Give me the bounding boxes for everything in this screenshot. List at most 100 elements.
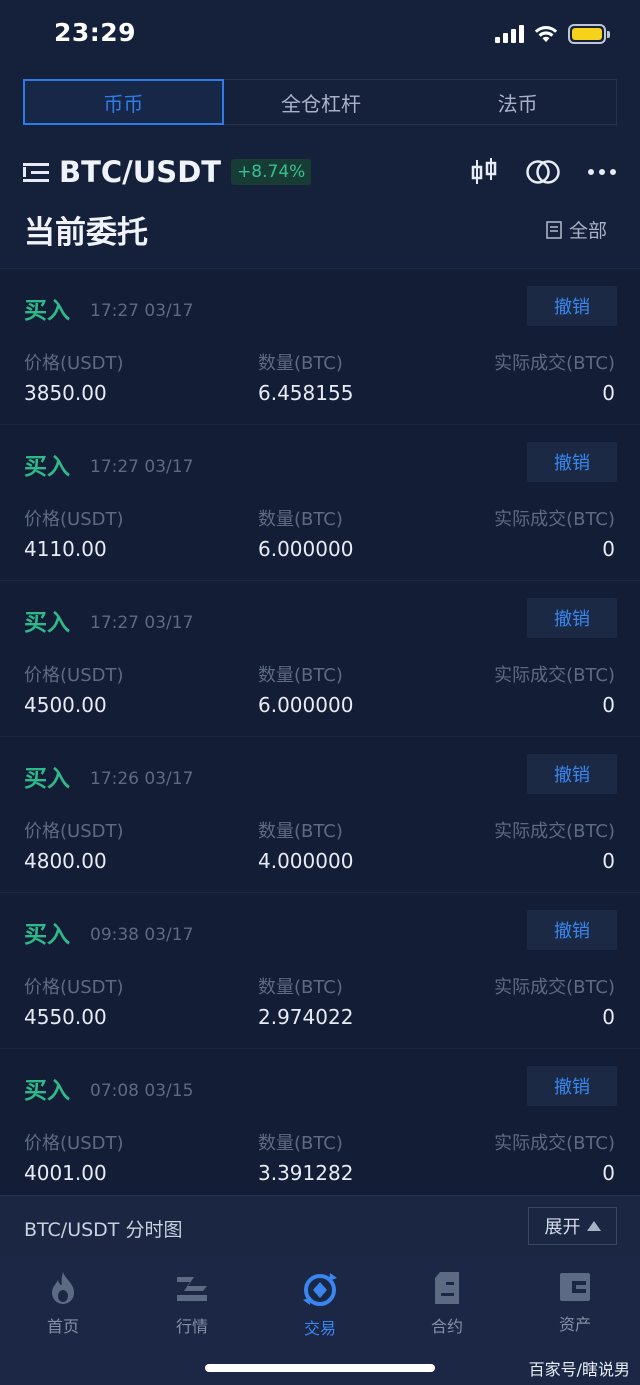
- tab-trade[interactable]: 交易: [275, 1271, 365, 1339]
- tab-assets[interactable]: 资产: [530, 1271, 620, 1335]
- tab-cross-margin[interactable]: 全仓杠杆: [223, 80, 420, 124]
- amount-label: 数量(BTC): [258, 509, 343, 530]
- order-time: 17:27 03/17: [90, 301, 194, 321]
- compare-icon[interactable]: [525, 159, 561, 185]
- tab-assets-label: 资产: [558, 1315, 591, 1334]
- filled-label: 实际成交(BTC): [494, 353, 615, 374]
- cancel-button[interactable]: 撤销: [527, 1066, 617, 1106]
- order-amount: 3.391282: [258, 1161, 354, 1185]
- order-price: 3850.00: [24, 381, 107, 405]
- expand-label: 展开: [544, 1217, 581, 1238]
- market-type-tabs: 币币 全仓杠杆 法币: [23, 79, 617, 125]
- price-label: 价格(USDT): [24, 821, 124, 842]
- order-amount: 2.974022: [258, 1005, 354, 1029]
- filled-label: 实际成交(BTC): [494, 665, 615, 686]
- order-time: 17:26 03/17: [90, 769, 194, 789]
- amount-label: 数量(BTC): [258, 1133, 343, 1154]
- price-label: 价格(USDT): [24, 509, 124, 530]
- pair-header: BTC/USDT +8.74%: [23, 150, 617, 194]
- timeshare-chart-bar: BTC/USDT 分时图 展开: [0, 1195, 640, 1257]
- tab-market[interactable]: 行情: [147, 1271, 237, 1337]
- pair-name[interactable]: BTC/USDT: [59, 155, 221, 189]
- all-orders-label: 全部: [568, 220, 607, 242]
- order-filled: 0: [602, 849, 615, 873]
- filled-label: 实际成交(BTC): [494, 509, 615, 530]
- chart-title: BTC/USDT 分时图: [24, 1219, 183, 1241]
- price-label: 价格(USDT): [24, 665, 124, 686]
- price-label: 价格(USDT): [24, 353, 124, 374]
- order-time: 09:38 03/17: [90, 925, 194, 945]
- status-time: 23:29: [54, 18, 137, 47]
- order-time: 17:27 03/17: [90, 457, 194, 477]
- order-filled: 0: [602, 1161, 615, 1185]
- expand-button[interactable]: 展开: [528, 1207, 617, 1245]
- order-price: 4550.00: [24, 1005, 107, 1029]
- status-bar: 23:29: [0, 0, 640, 70]
- order-item: 买入 17:27 03/17 撤销 价格(USDT) 数量(BTC) 实际成交(…: [0, 580, 640, 736]
- amount-label: 数量(BTC): [258, 977, 343, 998]
- cancel-button[interactable]: 撤销: [527, 910, 617, 950]
- order-price: 4800.00: [24, 849, 107, 873]
- price-label: 价格(USDT): [24, 1133, 124, 1154]
- trade-icon: [303, 1273, 337, 1306]
- order-item: 买入 17:26 03/17 撤销 价格(USDT) 数量(BTC) 实际成交(…: [0, 736, 640, 892]
- order-amount: 6.000000: [258, 537, 354, 561]
- order-price: 4110.00: [24, 537, 107, 561]
- signal-icon: [495, 25, 524, 43]
- tab-home[interactable]: 首页: [18, 1271, 108, 1337]
- open-orders-list: 买入 17:27 03/17 撤销 价格(USDT) 数量(BTC) 实际成交(…: [0, 268, 640, 1204]
- order-side: 买入: [24, 454, 70, 480]
- candlestick-icon[interactable]: [471, 157, 499, 187]
- watermark: 百家号/瞎说男: [528, 1360, 630, 1379]
- triangle-up-icon: [586, 1221, 601, 1231]
- tab-trade-label: 交易: [303, 1319, 336, 1338]
- tab-spot[interactable]: 币币: [23, 79, 224, 125]
- cancel-button[interactable]: 撤销: [527, 442, 617, 482]
- order-price: 4001.00: [24, 1161, 107, 1185]
- order-item: 买入 09:38 03/17 撤销 价格(USDT) 数量(BTC) 实际成交(…: [0, 892, 640, 1048]
- order-time: 07:08 03/15: [90, 1081, 194, 1101]
- order-time: 17:27 03/17: [90, 613, 194, 633]
- order-item: 买入 17:27 03/17 撤销 价格(USDT) 数量(BTC) 实际成交(…: [0, 424, 640, 580]
- order-side: 买入: [24, 922, 70, 948]
- order-side: 买入: [24, 298, 70, 324]
- order-price: 4500.00: [24, 693, 107, 717]
- status-icons: [495, 24, 610, 44]
- filled-label: 实际成交(BTC): [494, 1133, 615, 1154]
- tab-home-label: 首页: [46, 1317, 79, 1336]
- order-item: 买入 07:08 03/15 撤销 价格(USDT) 数量(BTC) 实际成交(…: [0, 1048, 640, 1204]
- order-amount: 6.458155: [258, 381, 354, 405]
- wifi-icon: [534, 26, 558, 42]
- cancel-button[interactable]: 撤销: [527, 598, 617, 638]
- amount-label: 数量(BTC): [258, 353, 343, 374]
- order-item: 买入 17:27 03/17 撤销 价格(USDT) 数量(BTC) 实际成交(…: [0, 268, 640, 424]
- cancel-button[interactable]: 撤销: [527, 754, 617, 794]
- amount-label: 数量(BTC): [258, 665, 343, 686]
- page-title: 当前委托: [24, 215, 148, 251]
- all-orders-link[interactable]: 全部: [546, 216, 607, 243]
- pair-menu-icon[interactable]: [23, 161, 49, 183]
- filled-label: 实际成交(BTC): [494, 821, 615, 842]
- price-label: 价格(USDT): [24, 977, 124, 998]
- wallet-icon: [560, 1273, 590, 1301]
- order-filled: 0: [602, 537, 615, 561]
- amount-label: 数量(BTC): [258, 821, 343, 842]
- order-amount: 4.000000: [258, 849, 354, 873]
- tab-market-label: 行情: [175, 1317, 208, 1336]
- filled-label: 实际成交(BTC): [494, 977, 615, 998]
- order-filled: 0: [602, 693, 615, 717]
- price-change-badge: +8.74%: [231, 159, 312, 185]
- order-filled: 0: [602, 381, 615, 405]
- home-indicator[interactable]: [205, 1364, 435, 1372]
- more-icon[interactable]: [587, 168, 617, 176]
- battery-icon: [568, 24, 610, 44]
- order-amount: 6.000000: [258, 693, 354, 717]
- cancel-button[interactable]: 撤销: [527, 286, 617, 326]
- tab-contract[interactable]: 合约: [402, 1271, 492, 1337]
- tab-fiat[interactable]: 法币: [419, 80, 616, 124]
- order-side: 买入: [24, 766, 70, 792]
- contract-icon: [435, 1272, 459, 1304]
- list-icon: [546, 220, 562, 239]
- tab-contract-label: 合约: [430, 1317, 463, 1336]
- flame-icon: [52, 1272, 74, 1304]
